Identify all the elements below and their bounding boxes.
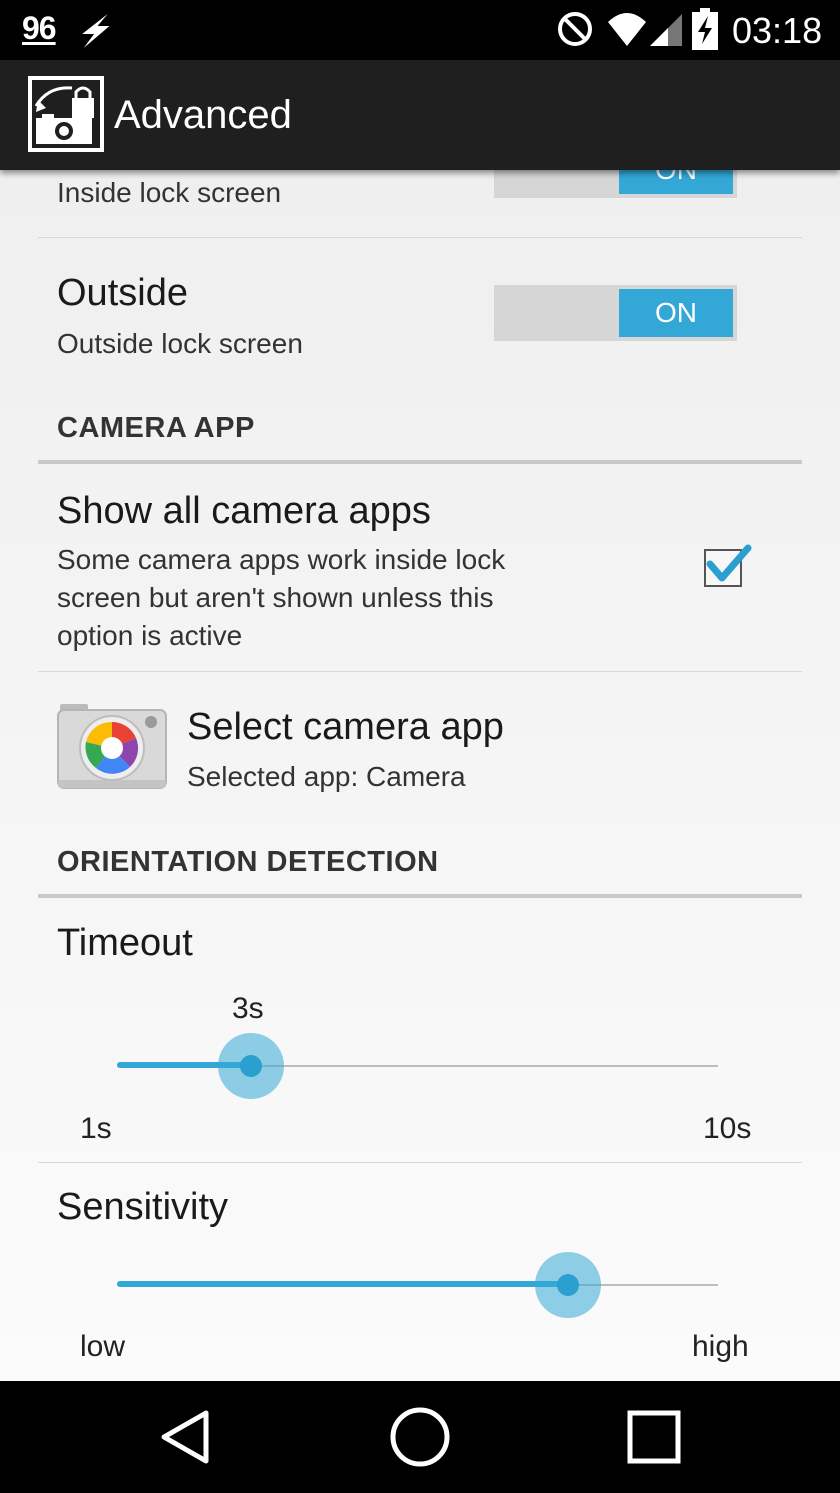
clock: 03:18 (732, 10, 823, 51)
lockscreen-camera-app-icon[interactable] (28, 76, 104, 152)
section-header-camera-app: CAMERA APP (57, 412, 255, 444)
show-all-summary-line-3: option is active (57, 620, 243, 651)
sensitivity-title: Sensitivity (57, 1186, 229, 1228)
navigation-bar (0, 1381, 840, 1493)
sensitivity-slider-fill (117, 1281, 568, 1287)
divider (38, 1162, 802, 1163)
section-header-orientation: ORIENTATION DETECTION (57, 846, 439, 878)
inside-summary: Inside lock screen (57, 177, 282, 208)
section-divider (38, 460, 802, 464)
battery-level: 96 (22, 10, 57, 46)
timeout-min-label: 1s (80, 1112, 112, 1145)
inside-toggle[interactable]: ON (494, 170, 737, 198)
battery-charging-icon (692, 8, 718, 50)
show-all-summary-line-2: screen but aren't shown unless this (57, 582, 494, 613)
outside-toggle-thumb: ON (619, 289, 733, 337)
divider (38, 237, 802, 238)
outside-toggle[interactable]: ON (494, 285, 737, 341)
timeout-slider-thumb-dot (240, 1055, 262, 1077)
app-bar: Advanced (0, 60, 840, 170)
cell-signal-icon (650, 14, 682, 46)
timeout-value-label: 3s (232, 992, 264, 1025)
preferences-list[interactable]: ON Inside lock screen Outside Outside lo… (0, 170, 840, 1381)
checkmark-icon (706, 544, 752, 582)
wifi-icon (608, 13, 646, 46)
inside-toggle-thumb: ON (619, 170, 733, 194)
timeout-title: Timeout (57, 922, 193, 964)
back-icon[interactable] (156, 1407, 212, 1467)
show-all-title: Show all camera apps (57, 490, 431, 532)
sensitivity-max-label: high (692, 1330, 749, 1363)
outside-title: Outside (57, 272, 188, 314)
sensitivity-min-label: low (80, 1330, 126, 1363)
outside-summary: Outside lock screen (57, 328, 303, 359)
home-icon[interactable] (388, 1405, 452, 1469)
section-divider (38, 894, 802, 898)
sensitivity-slider-thumb-dot (557, 1274, 579, 1296)
show-all-summary-line-1: Some camera apps work inside lock (57, 544, 506, 575)
page-title: Advanced (114, 93, 292, 137)
status-bar: 96 03:18 (0, 0, 840, 60)
timeout-max-label: 10s (703, 1112, 752, 1145)
do-not-disturb-icon (558, 12, 592, 46)
charging-bolt-icon (82, 14, 110, 48)
recents-icon[interactable] (626, 1409, 682, 1465)
select-camera-row[interactable] (38, 672, 802, 812)
